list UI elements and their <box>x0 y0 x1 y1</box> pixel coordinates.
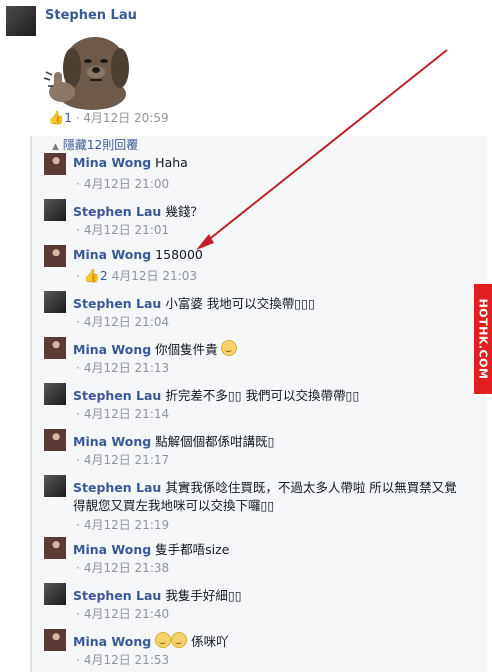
meta-separator: · <box>76 315 80 329</box>
reply-author-name[interactable]: Mina Wong <box>73 342 151 357</box>
hide-replies-label: 隱藏12則回覆 <box>62 138 139 152</box>
reply-author-name[interactable]: Mina Wong <box>73 542 151 557</box>
reply-timestamp[interactable]: 4月12日 21:17 <box>84 453 169 467</box>
post-meta: 👍1 · 4月12日 20:59 <box>48 109 169 126</box>
reply-timestamp[interactable]: 4月12日 21:01 <box>84 223 169 237</box>
post-timestamp[interactable]: 4月12日 20:59 <box>83 111 168 125</box>
reply-meta: · 4月12日 21:01 <box>76 221 169 238</box>
meta-separator: · <box>76 453 80 467</box>
meta-separator: · <box>76 361 80 375</box>
reply-author-name[interactable]: Mina Wong <box>73 247 151 262</box>
reply-author-name[interactable]: Stephen Lau <box>73 388 161 403</box>
avatar[interactable] <box>44 291 66 313</box>
thumbs-up-icon[interactable]: 👍 <box>84 269 100 284</box>
reply-line: Stephen Lau 其實我係唸住買既，不過太多人帶啦 所以無買禁又覺 <box>73 477 457 496</box>
reply-author-name[interactable]: Mina Wong <box>73 434 151 449</box>
like-count[interactable]: 2 <box>100 269 108 283</box>
reply-author-name[interactable]: Stephen Lau <box>73 588 161 603</box>
meta-separator: · <box>76 561 80 575</box>
reply-meta: · 👍2 4月12日 21:03 <box>76 267 197 284</box>
avatar[interactable] <box>44 153 66 175</box>
smile-emoji-icon <box>155 632 172 648</box>
meta-separator: · <box>76 607 80 621</box>
reply-meta: · 4月12日 21:53 <box>76 651 169 668</box>
avatar[interactable] <box>44 429 66 451</box>
reply-meta: · 4月12日 21:17 <box>76 451 169 468</box>
reply-line: Stephen Lau 我隻手好細▯▯ <box>73 585 242 604</box>
like-count[interactable]: 1 <box>64 111 72 125</box>
reply-timestamp[interactable]: 4月12日 21:40 <box>84 607 169 621</box>
reply-text: 158000 <box>155 247 203 262</box>
smile-emoji-icon <box>220 340 237 356</box>
dog-sticker-image <box>43 37 129 110</box>
reply-line: Stephen Lau 幾錢？ <box>73 201 203 220</box>
reply-line: Stephen Lau 折完差不多▯▯ 我們可以交換帶帶▯▯ <box>73 385 359 404</box>
reply-meta: · 4月12日 21:38 <box>76 559 169 576</box>
reply-text: 小富婆 我地可以交換帶▯▯▯ <box>165 296 315 311</box>
thumbs-up-icon[interactable]: 👍 <box>48 111 64 126</box>
reply-text: 隻手都唔size <box>155 542 230 557</box>
meta-separator: · <box>76 223 80 237</box>
reply-timestamp[interactable]: 4月12日 21:14 <box>84 407 169 421</box>
reply-timestamp[interactable]: 4月12日 21:04 <box>84 315 169 329</box>
comment-thread: Stephen Lau 👍1 · 4月12日 20:59 ▲ 隱藏12則回覆 Mi… <box>0 0 492 672</box>
reply-line: Stephen Lau 小富婆 我地可以交換帶▯▯▯ <box>73 293 315 312</box>
reply-line: Mina Wong 隻手都唔size <box>73 539 229 558</box>
reply-meta: · 4月12日 21:00 <box>76 175 169 192</box>
avatar[interactable] <box>44 337 66 359</box>
meta-separator: · <box>76 653 80 667</box>
reply-author-name[interactable]: Stephen Lau <box>73 480 161 495</box>
reply-meta: · 4月12日 21:19 <box>76 516 169 533</box>
reply-author-name[interactable]: Stephen Lau <box>73 296 161 311</box>
reply-meta: · 4月12日 21:14 <box>76 405 169 422</box>
avatar[interactable] <box>44 199 66 221</box>
reply-meta: · 4月12日 21:04 <box>76 313 169 330</box>
reply-text: 其實我係唸住買既，不過太多人帶啦 所以無買禁又覺 <box>165 480 457 495</box>
reply-meta: · 4月12日 21:13 <box>76 359 169 376</box>
reply-text: 點解個個都係咁講既▯ <box>155 434 275 449</box>
reply-meta: · 4月12日 21:40 <box>76 605 169 622</box>
hide-replies-link[interactable]: ▲ 隱藏12則回覆 <box>52 136 138 153</box>
avatar[interactable] <box>6 6 36 36</box>
avatar[interactable] <box>44 245 66 267</box>
chevron-up-icon: ▲ <box>52 142 59 152</box>
avatar[interactable] <box>44 629 66 651</box>
reply-text: 你個隻件貴 <box>155 342 218 357</box>
meta-separator: · <box>76 407 80 421</box>
reply-text: 幾錢？ <box>165 204 203 219</box>
avatar[interactable] <box>44 583 66 605</box>
avatar[interactable] <box>44 475 66 497</box>
reply-line: Mina Wong 你個隻件貴 <box>73 339 237 358</box>
reply-author-name[interactable]: Stephen Lau <box>73 204 161 219</box>
reply-timestamp[interactable]: 4月12日 21:19 <box>84 518 169 532</box>
avatar[interactable] <box>44 537 66 559</box>
reply-timestamp[interactable]: 4月12日 21:00 <box>84 177 169 191</box>
reply-text: 係咪吖 <box>191 634 229 649</box>
reply-author-name[interactable]: Mina Wong <box>73 155 151 170</box>
meta-separator: · <box>76 518 80 532</box>
reply-line: Mina Wong Haha <box>73 155 188 170</box>
smile-emoji-icon <box>171 632 188 648</box>
reply-timestamp[interactable]: 4月12日 21:38 <box>84 561 169 575</box>
meta-separator: · <box>76 177 80 191</box>
watermark: HOTHK.COM <box>474 284 492 394</box>
reply-line: Mina Wong 點解個個都係咁講既▯ <box>73 431 275 450</box>
reply-text-continued: 得靚您又買左我地咪可以交換下囉▯▯ <box>73 498 275 513</box>
avatar[interactable] <box>44 383 66 405</box>
watermark-text: HOTHK.COM <box>476 298 490 380</box>
reply-text: Haha <box>155 155 188 170</box>
reply-timestamp[interactable]: 4月12日 21:03 <box>112 269 197 283</box>
reply-author-name[interactable]: Mina Wong <box>73 634 151 649</box>
meta-separator: · <box>76 269 80 283</box>
reply-text: 折完差不多▯▯ 我們可以交換帶帶▯▯ <box>165 388 360 403</box>
reply-text: 我隻手好細▯▯ <box>165 588 242 603</box>
reply-timestamp[interactable]: 4月12日 21:53 <box>84 653 169 667</box>
reply-line: Mina Wong 係咪吖 <box>73 631 229 650</box>
reply-line: Mina Wong 158000 <box>73 247 203 262</box>
reply-timestamp[interactable]: 4月12日 21:13 <box>84 361 169 375</box>
post-author-name[interactable]: Stephen Lau <box>45 8 137 23</box>
